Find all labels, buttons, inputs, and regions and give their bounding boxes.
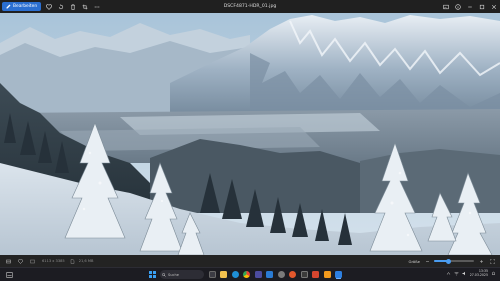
clock-date: 27.03.2025 bbox=[469, 273, 488, 278]
edit-button-label: Bearbeiten bbox=[13, 4, 38, 9]
taskbar-search[interactable]: Suche bbox=[160, 270, 204, 279]
start-button[interactable] bbox=[148, 270, 157, 279]
store-icon[interactable] bbox=[254, 271, 262, 278]
edge-icon[interactable] bbox=[231, 271, 239, 278]
edit-icon bbox=[6, 4, 11, 9]
taskbar-clock[interactable]: 13:35 27.03.2025 bbox=[470, 269, 488, 278]
wifi-icon[interactable] bbox=[454, 271, 459, 276]
chrome-icon[interactable] bbox=[243, 271, 250, 278]
zoom-out-icon[interactable] bbox=[423, 257, 431, 265]
window-controls bbox=[442, 2, 498, 11]
info-icon[interactable] bbox=[454, 2, 462, 11]
zoom-controls: Größe bbox=[409, 257, 496, 265]
weather-widget-icon[interactable] bbox=[4, 271, 14, 279]
search-placeholder: Suche bbox=[168, 272, 180, 277]
windows-taskbar: Suche 13:35 27.03.2025 bbox=[0, 267, 500, 281]
crop-icon[interactable] bbox=[80, 2, 89, 11]
minimize-icon[interactable] bbox=[466, 2, 474, 11]
vlc-icon[interactable] bbox=[323, 271, 331, 278]
winter-landscape-image bbox=[0, 13, 500, 255]
viewer-status-bar: 6113 x 3385 21,6 MB Größe bbox=[0, 255, 500, 267]
photos-app-window: Bearbeiten DSCF4871-HDR_01.jpg 6113 x 33… bbox=[0, 0, 500, 281]
firefox-icon[interactable] bbox=[289, 271, 296, 278]
image-size-icon bbox=[28, 257, 36, 265]
office-icon[interactable] bbox=[312, 271, 319, 278]
zoom-slider[interactable] bbox=[434, 258, 474, 264]
fit-screen-icon[interactable] bbox=[488, 257, 496, 265]
photos-app-icon[interactable] bbox=[335, 271, 342, 278]
rotate-icon[interactable] bbox=[56, 2, 65, 11]
maximize-icon[interactable] bbox=[478, 2, 486, 11]
delete-icon[interactable] bbox=[68, 2, 77, 11]
taskbar-center: Suche bbox=[148, 270, 342, 279]
volume-icon[interactable] bbox=[462, 271, 467, 276]
more-icon[interactable] bbox=[92, 2, 101, 11]
notification-bell-icon[interactable] bbox=[491, 271, 496, 276]
file-size-icon bbox=[69, 257, 77, 265]
close-icon[interactable] bbox=[490, 2, 498, 11]
search-icon bbox=[162, 272, 166, 277]
system-tray: 13:35 27.03.2025 bbox=[446, 269, 496, 278]
filmstrip-icon[interactable] bbox=[4, 257, 12, 265]
zoom-slider-thumb[interactable] bbox=[445, 258, 451, 264]
chevron-up-icon[interactable] bbox=[446, 271, 451, 276]
image-dimensions: 6113 x 3385 bbox=[42, 259, 65, 263]
heart-icon[interactable] bbox=[44, 2, 53, 11]
edit-button[interactable]: Bearbeiten bbox=[2, 2, 42, 11]
file-explorer-icon[interactable] bbox=[220, 271, 227, 278]
heart-icon[interactable] bbox=[16, 257, 24, 265]
title-bar: Bearbeiten DSCF4871-HDR_01.jpg bbox=[0, 0, 500, 13]
task-view-icon[interactable] bbox=[208, 271, 216, 278]
settings-icon[interactable] bbox=[277, 271, 285, 278]
image-icon[interactable] bbox=[442, 2, 450, 11]
mail-icon[interactable] bbox=[266, 271, 273, 278]
photo-canvas[interactable] bbox=[0, 13, 500, 255]
terminal-icon[interactable] bbox=[300, 271, 308, 278]
zoom-in-icon[interactable] bbox=[477, 257, 485, 265]
file-name: DSCF4871-HDR_01.jpg bbox=[223, 4, 277, 9]
file-size: 21,6 MB bbox=[78, 259, 94, 263]
zoom-label: Größe bbox=[408, 258, 420, 264]
